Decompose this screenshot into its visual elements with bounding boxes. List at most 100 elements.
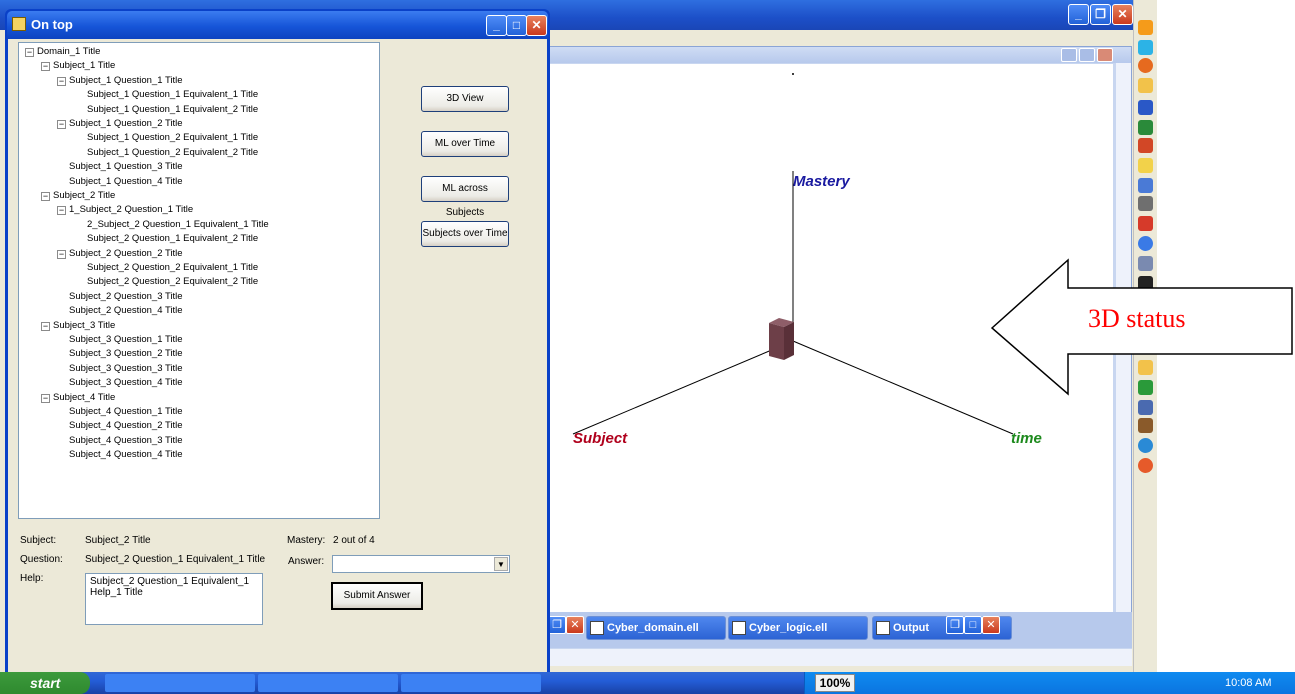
close-icon[interactable]: ✕: [1112, 4, 1133, 25]
toolbar-icon[interactable]: [1138, 158, 1153, 173]
zoom-badge[interactable]: 100%: [815, 674, 855, 692]
maximize-icon[interactable]: □: [964, 616, 982, 634]
toolbar-icon[interactable]: [1138, 438, 1153, 453]
tree-node[interactable]: Subject_4 Question_2 Title: [69, 419, 183, 433]
restore-icon[interactable]: ❐: [548, 616, 566, 634]
domain-tree[interactable]: − Domain_1 Title − Subject_1 Title − Subject_…: [18, 42, 380, 519]
tree-node[interactable]: Subject_4 Question_1 Title: [69, 405, 183, 419]
help-textbox[interactable]: Subject_2 Question_1 Equivalent_1 Help_1…: [85, 573, 263, 625]
collapse-icon[interactable]: −: [41, 393, 50, 403]
tree-node[interactable]: Subject_4 Title: [53, 391, 115, 405]
tree-node[interactable]: Subject_1 Question_1 Equivalent_1 Title: [87, 88, 258, 102]
subject-axis-line: [572, 340, 794, 435]
tree-node[interactable]: Subject_2 Question_2 Title: [69, 247, 183, 261]
toolbar-icon[interactable]: [1138, 120, 1153, 135]
collapse-icon[interactable]: −: [57, 249, 66, 259]
tree-node[interactable]: Subject_1 Question_2 Title: [69, 117, 183, 131]
help-label: Help:: [20, 573, 44, 584]
system-tray: 100% 10:08 AM: [804, 672, 1295, 694]
tree-node[interactable]: 1_Subject_2 Question_1 Title: [69, 203, 193, 217]
subject-label: Subject:: [20, 535, 57, 546]
question-value: Subject_2 Question_1 Equivalent_1 Title: [85, 554, 266, 565]
tree-node[interactable]: Subject_2 Question_1 Equivalent_2 Title: [87, 232, 258, 246]
tree-node[interactable]: Subject_2 Question_4 Title: [69, 304, 183, 318]
tree-node[interactable]: Subject_3 Question_3 Title: [69, 362, 183, 376]
minimize-icon[interactable]: [1061, 48, 1077, 62]
tree-node[interactable]: Subject_1 Question_1 Equivalent_2 Title: [87, 103, 258, 117]
tree-node[interactable]: Subject_1 Question_4 Title: [69, 175, 183, 189]
toolbar-icon[interactable]: [1138, 196, 1153, 211]
tree-node[interactable]: Subject_2 Question_2 Equivalent_1 Title: [87, 261, 258, 275]
close-icon[interactable]: ✕: [526, 15, 547, 36]
restore-icon[interactable]: ❐: [946, 616, 964, 634]
app-icon: [12, 17, 26, 31]
mastery-block: [769, 318, 794, 360]
toolbar-icon[interactable]: [1138, 216, 1153, 231]
minimize-icon[interactable]: _: [1068, 4, 1089, 25]
3d-view-button[interactable]: 3D View: [421, 86, 509, 112]
tree-node[interactable]: Subject_3 Question_4 Title: [69, 376, 183, 390]
collapse-icon[interactable]: −: [41, 192, 50, 201]
tree-node[interactable]: Subject_2 Question_2 Equivalent_2 Title: [87, 275, 258, 289]
toolbar-icon[interactable]: [1138, 418, 1153, 433]
subject-value: Subject_2 Title: [85, 535, 151, 546]
tab-label: Cyber_logic.ell: [749, 622, 828, 634]
dialog-titlebar[interactable]: On top _ □ ✕: [7, 11, 548, 39]
close-icon[interactable]: ✕: [566, 616, 584, 634]
toolbar-icon[interactable]: [1138, 78, 1153, 93]
toolbar-icon[interactable]: [1138, 40, 1153, 55]
tree-node[interactable]: Subject_4 Question_3 Title: [69, 434, 183, 448]
toolbar-icon[interactable]: [1138, 138, 1153, 153]
collapse-icon[interactable]: −: [57, 206, 66, 216]
tree-node[interactable]: Subject_1 Title: [53, 59, 115, 73]
tree-node[interactable]: Subject_1 Question_2 Equivalent_1 Title: [87, 131, 258, 145]
tree-node[interactable]: Subject_2 Title: [53, 189, 115, 203]
ml-across-subjects-button[interactable]: ML across Subjects: [421, 176, 509, 218]
tree-node[interactable]: Subject_4 Question_4 Title: [69, 448, 183, 462]
close-icon[interactable]: [1097, 48, 1113, 62]
tree-node[interactable]: Subject_3 Question_1 Title: [69, 333, 183, 347]
dropdown-arrow-icon[interactable]: ▼: [494, 557, 508, 571]
ml-over-time-button[interactable]: ML over Time: [421, 131, 509, 157]
maximize-icon[interactable]: □: [506, 15, 527, 36]
tree-node[interactable]: Subject_1 Question_2 Equivalent_2 Title: [87, 146, 258, 160]
toolbar-icon[interactable]: [1138, 100, 1153, 115]
collapse-icon[interactable]: −: [41, 62, 50, 72]
maximize-icon[interactable]: [1079, 48, 1095, 62]
minimize-icon[interactable]: _: [486, 15, 507, 36]
toolbar-icon[interactable]: [1138, 58, 1153, 73]
taskbar-item[interactable]: [258, 674, 398, 692]
axis-label-subject: Subject: [573, 430, 628, 447]
tab-cyber-logic[interactable]: Cyber_logic.ell: [728, 616, 868, 640]
tree-node[interactable]: Subject_1 Question_1 Title: [69, 74, 183, 88]
close-icon[interactable]: ✕: [982, 616, 1000, 634]
tab-label: Output: [893, 622, 930, 634]
tree-node[interactable]: Subject_3 Question_2 Title: [69, 347, 183, 361]
tree-node[interactable]: Subject_3 Title: [53, 319, 115, 333]
toolbar-icon[interactable]: [1138, 20, 1153, 35]
tree-node[interactable]: Subject_2 Question_3 Title: [69, 290, 183, 304]
tree-node[interactable]: 2_Subject_2 Question_1 Equivalent_1 Titl…: [87, 218, 269, 232]
collapse-icon[interactable]: −: [25, 48, 34, 57]
collapse-icon[interactable]: −: [57, 76, 66, 86]
start-button[interactable]: start: [0, 672, 90, 694]
collapse-icon[interactable]: −: [41, 321, 50, 331]
collapse-icon[interactable]: −: [57, 120, 66, 129]
tree-node[interactable]: Subject_1 Question_3 Title: [69, 160, 183, 174]
tree-node[interactable]: Domain_1 Title: [37, 45, 100, 59]
answer-dropdown[interactable]: ▼: [332, 555, 510, 573]
time-axis-line: [792, 340, 1014, 435]
document-icon: [590, 621, 604, 635]
taskbar-item[interactable]: [401, 674, 541, 692]
subjects-over-time-button[interactable]: Subjects over Time: [421, 221, 509, 247]
tab-cyber-domain[interactable]: Cyber_domain.ell: [586, 616, 726, 640]
toolbar-icon[interactable]: [1138, 458, 1153, 473]
taskbar-item[interactable]: [105, 674, 255, 692]
restore-icon[interactable]: ❐: [1090, 4, 1111, 25]
toolbar-icon[interactable]: [1138, 236, 1153, 251]
horizontal-scrollbar[interactable]: [540, 648, 1132, 666]
inner-window-tabs: ❐ ✕ Cyber_domain.ell Cyber_logic.ell Out…: [540, 612, 1132, 648]
toolbar-icon[interactable]: [1138, 178, 1153, 193]
toolbar-icon[interactable]: [1138, 400, 1153, 415]
submit-answer-button[interactable]: Submit Answer: [331, 582, 423, 610]
